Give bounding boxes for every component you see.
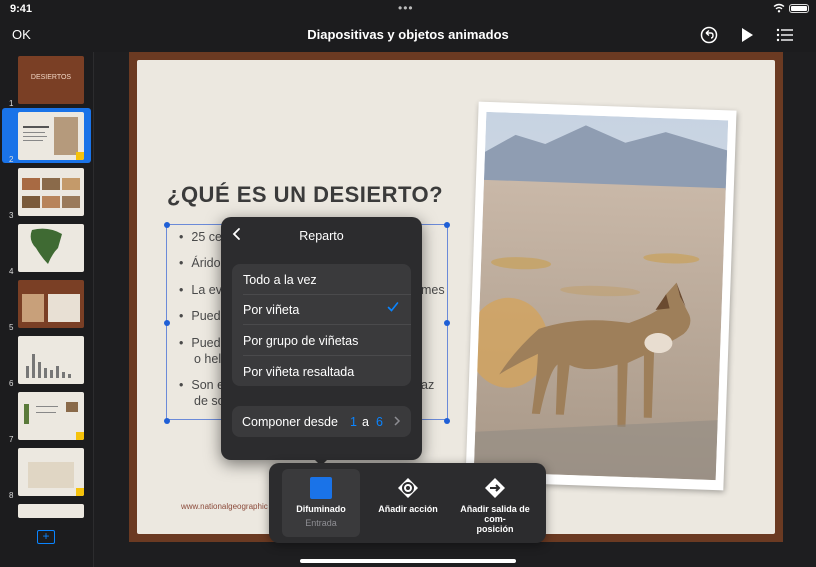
list-icon[interactable]: [775, 25, 795, 45]
chevron-right-icon: [394, 416, 401, 426]
action-label: Añadir acción: [378, 504, 438, 514]
effect-label: Difuminado: [296, 504, 346, 514]
slide-thumbnail-9[interactable]: [0, 504, 94, 518]
resize-handle[interactable]: [164, 222, 170, 228]
build-from-end[interactable]: 6: [376, 415, 383, 429]
thumbnail-title: DESIERTOS: [30, 74, 72, 81]
desert-coyote-image: [473, 111, 729, 481]
popover-title: Reparto: [299, 229, 344, 243]
resize-handle[interactable]: [164, 418, 170, 424]
resize-handle[interactable]: [164, 320, 170, 326]
animation-panel: Difuminado Entrada Añadir acción Añadir …: [269, 463, 546, 543]
separator: [243, 355, 411, 356]
build-from-start[interactable]: 1: [350, 415, 357, 429]
resize-handle[interactable]: [444, 320, 450, 326]
battery-icon: [789, 4, 809, 13]
add-slide-button[interactable]: +: [37, 530, 55, 544]
slide-navigator: 1 DESIERTOS 2 3 4 5 6 7 8 +: [0, 52, 94, 567]
play-icon[interactable]: [737, 25, 757, 45]
build-from-to: a: [362, 415, 369, 429]
add-action-button[interactable]: Añadir acción: [369, 469, 447, 537]
coyote-photo[interactable]: [465, 101, 737, 491]
bullet-text-fragment: mes: [421, 283, 445, 297]
undo-icon[interactable]: [699, 25, 719, 45]
bullet-text-fragment: az: [421, 378, 435, 392]
delivery-option-by-bullet-group[interactable]: Por grupo de viñetas: [243, 334, 358, 348]
status-time: 9:41: [10, 3, 33, 15]
build-out-arrow-icon: [485, 478, 505, 498]
document-title: Diapositivas y objetos animados: [307, 27, 509, 42]
resize-handle[interactable]: [444, 418, 450, 424]
slide-title[interactable]: ¿QUÉ ES UN DESIERTO?: [167, 182, 443, 208]
resize-handle[interactable]: [444, 222, 450, 228]
action-target-icon: [398, 478, 418, 498]
delivery-option-all-at-once[interactable]: Todo a la vez: [243, 273, 317, 287]
status-bar: 9:41 •••: [0, 0, 816, 18]
build-out-label: Añadir salida de com-posición: [460, 504, 530, 534]
effect-sublabel: Entrada: [305, 518, 337, 528]
toolbar: OK Diapositivas y objetos animados: [0, 18, 816, 52]
fade-effect-icon: [310, 477, 332, 499]
multitask-dots[interactable]: •••: [398, 1, 414, 15]
home-indicator[interactable]: [300, 559, 516, 563]
add-build-out-button[interactable]: Añadir salida de com-posición: [453, 469, 537, 537]
wifi-icon: [773, 3, 785, 13]
checkmark-icon: [387, 302, 399, 312]
separator: [243, 324, 411, 325]
delivery-options-list: Todo a la vez Por viñeta Por grupo de vi…: [232, 264, 411, 386]
separator: [243, 294, 411, 295]
fade-in-effect[interactable]: Difuminado Entrada: [282, 469, 360, 537]
website-credit: www.nationalgeographic: [181, 502, 268, 511]
build-from-label: Componer desde: [242, 415, 338, 429]
build-delivery-popover: Reparto Todo a la vez Por viñeta Por gru…: [221, 217, 422, 460]
delivery-option-by-bullet[interactable]: Por viñeta: [243, 303, 299, 317]
build-from-row[interactable]: Componer desde 1 a 6: [232, 406, 411, 437]
delivery-option-highlighted-bullet[interactable]: Por viñeta resaltada: [243, 365, 354, 379]
